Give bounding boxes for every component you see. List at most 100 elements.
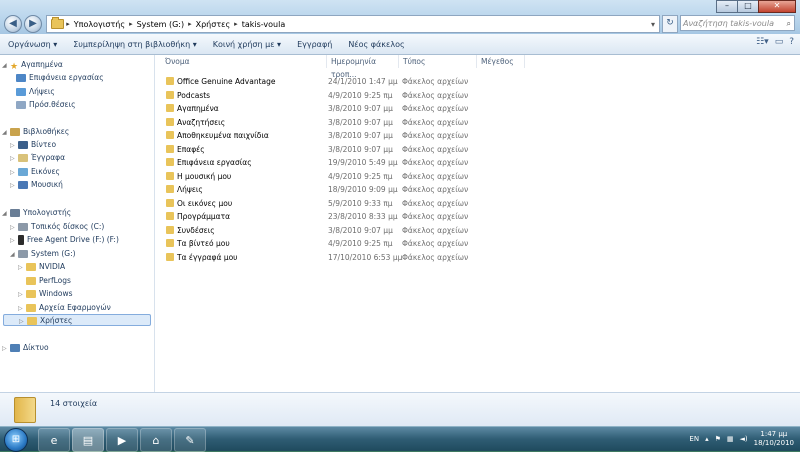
table-row[interactable]: Αγαπημένα 3/8/2010 9:07 μμ Φάκελος αρχείων — [155, 102, 800, 115]
nav-label: Εικόνες — [31, 167, 60, 176]
clock[interactable]: 1:47 μμ 18/10/2010 — [754, 430, 794, 448]
nav-recent[interactable]: Πρόσ.θέσεις — [16, 99, 76, 111]
table-row[interactable]: Προγράμματα 23/8/2010 8:33 μμ Φάκελος αρχε… — [155, 210, 800, 223]
column-header-size[interactable]: Μέγεθος — [477, 55, 525, 68]
nav-libraries[interactable]: ◢ Βιβλιοθήκες — [2, 126, 69, 138]
language-indicator[interactable]: EN — [689, 435, 699, 443]
file-type: Φάκελος αρχείων — [402, 185, 469, 194]
expand-icon[interactable]: ▷ — [18, 262, 26, 274]
share-with-button[interactable]: Κοινή χρήση με ▾ — [205, 40, 289, 49]
network-status-icon[interactable]: ▦ — [727, 435, 734, 443]
nav-label: Χρήστες — [40, 316, 73, 325]
column-header-name[interactable]: Όνομα — [161, 55, 327, 68]
expand-icon[interactable]: ▷ — [2, 343, 10, 355]
file-name: Αναζητήσεις — [177, 117, 226, 127]
nav-system-drive[interactable]: ◢ System (G:) — [10, 248, 76, 260]
action-center-icon[interactable]: ⚑ — [715, 435, 721, 443]
refresh-button[interactable]: ↻ — [662, 15, 678, 33]
nav-music[interactable]: ▷ Μουσική — [10, 179, 63, 191]
close-button[interactable]: ✕ — [758, 0, 796, 13]
tray-arrow-icon[interactable]: ▴ — [705, 435, 709, 443]
burn-button[interactable]: Εγγραφή — [289, 40, 340, 49]
expand-icon[interactable]: ▷ — [18, 289, 26, 301]
expand-icon[interactable]: ▷ — [10, 153, 18, 165]
folder-icon — [166, 158, 174, 166]
expand-icon[interactable]: ◢ — [2, 60, 10, 72]
expand-icon[interactable]: ◢ — [2, 208, 10, 220]
expand-icon[interactable]: ▷ — [10, 140, 18, 152]
file-name: Επιφάνεια εργασίας — [177, 158, 252, 167]
table-row[interactable]: Λήψεις 18/9/2010 9:09 μμ Φάκελος αρχείων — [155, 183, 800, 196]
address-dropdown-icon[interactable]: ▾ — [651, 20, 659, 29]
nav-pictures[interactable]: ▷ Εικόνες — [10, 166, 60, 178]
expand-icon[interactable]: ▷ — [10, 180, 18, 192]
expand-icon[interactable]: ▷ — [10, 235, 18, 247]
breadcrumb-computer[interactable]: Υπολογιστής — [70, 20, 129, 29]
media-player-icon[interactable]: ▶ — [106, 428, 138, 452]
nav-windows[interactable]: ▷ Windows — [18, 288, 72, 300]
table-row[interactable]: Τα έγγραφά μου 17/10/2010 6:53 μμ Φάκελος … — [155, 251, 800, 264]
back-button[interactable]: ◀ — [4, 15, 22, 33]
network-app-icon[interactable]: ⌂ — [140, 428, 172, 452]
table-row[interactable]: Office Genuine Advantage 24/1/2010 1:47 μ… — [155, 75, 800, 88]
nav-downloads[interactable]: Λήψεις — [16, 86, 55, 98]
forward-button[interactable]: ▶ — [24, 15, 42, 33]
preview-pane-icon[interactable]: ▭ — [775, 37, 784, 47]
expand-icon[interactable]: ◢ — [2, 127, 10, 139]
include-library-button[interactable]: Συμπερίληψη στη βιβλιοθήκη ▾ — [65, 40, 204, 49]
table-row[interactable]: Οι εικόνες μου 5/9/2010 9:33 πμ Φάκελος αρ… — [155, 197, 800, 210]
internet-explorer-icon[interactable]: e — [38, 428, 70, 452]
nav-free-agent-drive[interactable]: ▷ Free Agent Drive (F:) (F:) — [10, 234, 119, 246]
volume-icon[interactable]: ◄) — [740, 435, 748, 443]
nav-nvidia[interactable]: ▷ NVIDIA — [18, 261, 65, 273]
paint-icon[interactable]: ✎ — [174, 428, 206, 452]
table-row[interactable]: Τα βίντεό μου 4/9/2010 9:25 πμ Φάκελος αρχ… — [155, 237, 800, 250]
nav-computer[interactable]: ◢ Υπολογιστής — [2, 207, 71, 219]
expand-icon[interactable]: ▷ — [10, 167, 18, 179]
table-row[interactable]: Αναζητήσεις 3/8/2010 9:07 μμ Φάκελος αρχεί… — [155, 116, 800, 129]
nav-videos[interactable]: ▷ Βίντεο — [10, 139, 56, 151]
file-type: Φάκελος αρχείων — [402, 225, 469, 235]
window-controls: – □ ✕ — [716, 0, 796, 13]
table-row[interactable]: Αποθηκευμένα παιχνίδια 3/8/2010 9:07 μμ Φά… — [155, 129, 800, 142]
expand-icon[interactable]: ◢ — [10, 249, 18, 261]
nav-favorites[interactable]: ◢ ★ Αγαπημένα — [2, 59, 63, 72]
drive-icon — [18, 250, 28, 258]
item-count: 14 στοιχεία — [50, 399, 98, 408]
nav-program-files[interactable]: ▷ Αρχεία Εφαρμογών — [18, 302, 111, 314]
explorer-taskbar-icon[interactable]: ▤ — [72, 428, 104, 452]
table-row[interactable]: Επιφάνεια εργασίας 19/9/2010 5:49 μμ Φάκελ… — [155, 156, 800, 169]
breadcrumb-users[interactable]: Χρήστες — [192, 20, 235, 29]
expand-icon[interactable]: ▷ — [19, 316, 27, 328]
table-row[interactable]: Επαφές 3/8/2010 9:07 μμ Φάκελος αρχείων — [155, 143, 800, 156]
table-row[interactable]: Podcasts 4/9/2010 9:25 πμ Φάκελος αρχείων — [155, 89, 800, 102]
minimize-button[interactable]: – — [716, 0, 738, 13]
folder-icon — [166, 104, 174, 112]
nav-documents[interactable]: ▷ Έγγραφα — [10, 152, 65, 164]
start-button[interactable]: ⊞ — [4, 428, 28, 452]
help-icon[interactable]: ? — [789, 37, 794, 47]
organize-button[interactable]: Οργάνωση ▾ — [0, 40, 65, 49]
file-name: Προγράμματα — [177, 212, 231, 221]
view-options-icon[interactable]: ☷▾ — [756, 37, 769, 47]
file-type: Φάκελος αρχείων — [402, 104, 469, 113]
maximize-button[interactable]: □ — [737, 0, 759, 13]
expand-icon[interactable]: ▷ — [10, 222, 18, 234]
table-row[interactable]: Συνδέσεις 3/8/2010 9:07 μμ Φάκελος αρχείων — [155, 224, 800, 237]
file-name: Οι εικόνες μου — [177, 198, 233, 208]
nav-network[interactable]: ▷ Δίκτυο — [2, 342, 49, 354]
nav-local-disk[interactable]: ▷ Τοπικός δίσκος (C:) — [10, 221, 104, 233]
search-input[interactable]: Αναζήτηση takis-voula ⌕ — [680, 15, 795, 31]
nav-desktop[interactable]: Επιφάνεια εργασίας — [16, 72, 104, 84]
column-header-date[interactable]: Ημερομηνία τροπ... — [327, 55, 399, 79]
table-row[interactable]: Η μουσική μου 4/9/2010 9:25 πμ Φάκελος αρχ… — [155, 170, 800, 183]
nav-perflogs[interactable]: PerfLogs — [26, 275, 71, 287]
nav-users[interactable]: ▷ Χρήστες — [3, 314, 151, 326]
address-bar[interactable]: ▸ Υπολογιστής ▸ System (G:) ▸ Χρήστες ▸ … — [46, 15, 660, 33]
file-date: 3/8/2010 9:07 μμ — [328, 117, 393, 127]
column-header-type[interactable]: Τύπος — [399, 55, 477, 68]
file-type: Φάκελος αρχείων — [402, 144, 469, 154]
breadcrumb-takis-voula[interactable]: takis-voula — [238, 20, 290, 29]
breadcrumb-system[interactable]: System (G:) — [133, 20, 189, 29]
new-folder-button[interactable]: Νέος φάκελος — [340, 40, 412, 49]
